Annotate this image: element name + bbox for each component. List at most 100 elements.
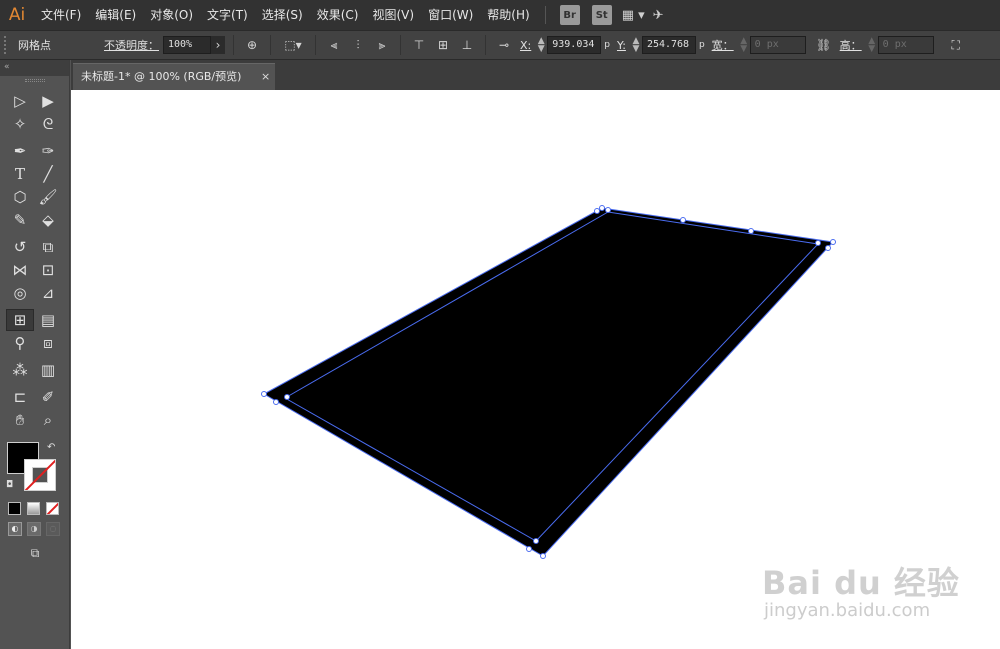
type-tool-icon[interactable]: T [6, 163, 34, 185]
watermark-title: Bai du 经验 [762, 564, 960, 602]
document-tab-title: 未标题-1* @ 100% (RGB/预览) [81, 70, 242, 83]
draw-normal-icon[interactable]: ◐ [8, 522, 22, 536]
eraser-tool-icon[interactable]: ⬙ [34, 209, 62, 231]
align-right-icon[interactable]: ⫸ [372, 35, 392, 55]
divider [233, 35, 234, 55]
toolbox-collapse-button[interactable]: « [0, 60, 69, 76]
artboard-canvas[interactable]: Bai du 经验 jingyan.baidu.com [71, 90, 1000, 649]
close-icon[interactable]: × [261, 64, 270, 90]
default-colors-icon[interactable]: ◘ [6, 480, 13, 490]
perspective-rectangle[interactable] [264, 208, 833, 556]
layout-icon[interactable]: ▦ ▾ [622, 8, 645, 23]
tool-row: ↺ ⧉ [6, 236, 64, 258]
anchor-point [540, 553, 546, 559]
shaper-tool-icon[interactable]: ✎ [6, 209, 34, 231]
y-input[interactable]: 254.768 [641, 36, 696, 54]
toolbox: « ▷ ▶ ✧ ᘓ ✒ ✑ T ╱ ⬡ 🖌︎ ✎ ⬙ ↺ ⧉ ⋈ ⊡ ◎ ⊿ ⊞… [0, 60, 70, 649]
width-input[interactable]: 0 px [749, 36, 806, 54]
width-label: 宽： [711, 39, 734, 52]
tool-row: ⚲ ⧈ [6, 332, 64, 354]
menu-select[interactable]: 选择(S) [255, 0, 310, 30]
bridge-icon[interactable]: Br [559, 5, 580, 25]
free-transform-tool-icon[interactable]: ⊡ [34, 259, 62, 281]
height-input[interactable]: 0 px [877, 36, 934, 54]
lasso-tool-icon[interactable]: ᘓ [34, 113, 62, 135]
align-center-h-icon[interactable]: ⫶ [348, 35, 368, 55]
selection-tool-icon[interactable]: ▷ [6, 90, 34, 112]
mesh-tool-icon[interactable]: ⊞ [6, 309, 34, 331]
menu-object[interactable]: 对象(O) [143, 0, 200, 30]
opacity-label[interactable]: 不透明度： [100, 37, 163, 53]
menu-help[interactable]: 帮助(H) [480, 0, 536, 30]
y-label: Y: [616, 38, 626, 52]
width-tool-icon[interactable]: ⋈ [6, 259, 34, 281]
opacity-input[interactable]: 100% [163, 36, 211, 54]
direct-selection-tool-icon[interactable]: ▶ [34, 90, 62, 112]
color-mode-swatch[interactable] [8, 502, 21, 515]
align-bottom-icon[interactable]: ⊥ [457, 35, 477, 55]
stroke-swatch[interactable] [24, 459, 56, 491]
width-stepper-icon[interactable]: ▲ ▼ [738, 36, 750, 54]
align-to-icon[interactable]: ⬚▾ [279, 35, 307, 55]
anchor-point [605, 207, 611, 213]
height-label: 高： [839, 39, 862, 52]
menu-view[interactable]: 视图(V) [365, 0, 421, 30]
zoom-tool-icon[interactable]: ⌕ [34, 409, 62, 431]
x-input[interactable]: 939.034 [547, 36, 602, 54]
height-stepper-icon[interactable]: ▲ ▼ [866, 36, 878, 54]
menu-divider [544, 6, 546, 24]
anchor-point [273, 399, 279, 405]
menu-window[interactable]: 窗口(W) [421, 0, 480, 30]
scale-tool-icon[interactable]: ⧉ [34, 236, 62, 258]
paintbrush-tool-icon[interactable]: 🖌︎ [34, 186, 62, 208]
gradient-tool-icon[interactable]: ▤ [34, 309, 62, 331]
sync-icon[interactable]: ✈ [653, 8, 664, 23]
align-left-icon[interactable]: ⫷ [324, 35, 344, 55]
artboard-tool-icon[interactable]: ⊏ [6, 386, 34, 408]
control-bar: 网格点 不透明度： 100% › ⊕ ⬚▾ ⫷ ⫶ ⫸ ⊤ ⊞ ⊥ ⊸ X: ▲… [0, 30, 1000, 60]
screen-mode-icon[interactable]: ⧉ [24, 546, 46, 562]
stock-icon[interactable]: St [591, 5, 612, 25]
align-top-icon[interactable]: ⊤ [409, 35, 429, 55]
tool-row: ✒ ✑ [6, 140, 64, 162]
pen-tool-icon[interactable]: ✒ [6, 140, 34, 162]
anchor-point [284, 394, 290, 400]
align-center-v-icon[interactable]: ⊞ [433, 35, 453, 55]
draw-inside-icon[interactable]: ◌ [46, 522, 60, 536]
toolbox-grip[interactable] [0, 76, 69, 84]
menu-type[interactable]: 文字(T) [200, 0, 255, 30]
app-logo: Ai [8, 5, 26, 25]
opacity-arrow-icon[interactable]: › [211, 36, 225, 54]
gradient-mode-swatch[interactable] [27, 502, 40, 515]
menu-effect[interactable]: 效果(C) [310, 0, 366, 30]
reference-point-icon[interactable]: ⊸ [494, 35, 514, 55]
none-mode-swatch[interactable] [46, 502, 59, 515]
shape-builder-tool-icon[interactable]: ◎ [6, 282, 34, 304]
draw-behind-icon[interactable]: ◑ [27, 522, 41, 536]
magic-wand-tool-icon[interactable]: ✧ [6, 113, 34, 135]
rotate-tool-icon[interactable]: ↺ [6, 236, 34, 258]
column-graph-tool-icon[interactable]: ▥ [34, 359, 62, 381]
swap-colors-icon[interactable]: ↶ [47, 442, 55, 453]
link-proportions-icon[interactable]: ⛓ [814, 35, 834, 55]
line-tool-icon[interactable]: ╱ [34, 163, 62, 185]
curvature-tool-icon[interactable]: ✑ [34, 140, 62, 162]
grip-handle[interactable] [4, 36, 10, 54]
hand-tool-icon[interactable]: ✋︎ [6, 409, 34, 431]
recolor-icon[interactable]: ⊕ [242, 35, 262, 55]
polygon-tool-icon[interactable]: ⬡ [6, 186, 34, 208]
transform-icon[interactable]: ⛶ [946, 35, 966, 55]
tool-row: ⁂ ▥ [6, 359, 64, 381]
slice-tool-icon[interactable]: ✐ [34, 386, 62, 408]
blend-tool-icon[interactable]: ⧈ [34, 332, 62, 354]
x-stepper-icon[interactable]: ▲ ▼ [535, 36, 547, 54]
symbol-sprayer-tool-icon[interactable]: ⁂ [6, 359, 34, 381]
menu-file[interactable]: 文件(F) [34, 0, 88, 30]
illustrator-window: Ai 文件(F) 编辑(E) 对象(O) 文字(T) 选择(S) 效果(C) 视… [0, 0, 1000, 649]
document-tab[interactable]: 未标题-1* @ 100% (RGB/预览) × [73, 63, 275, 90]
perspective-grid-tool-icon[interactable]: ⊿ [34, 282, 62, 304]
menu-edit[interactable]: 编辑(E) [88, 0, 143, 30]
eyedropper-tool-icon[interactable]: ⚲ [6, 332, 34, 354]
y-stepper-icon[interactable]: ▲ ▼ [630, 36, 642, 54]
anchor-point [533, 538, 539, 544]
